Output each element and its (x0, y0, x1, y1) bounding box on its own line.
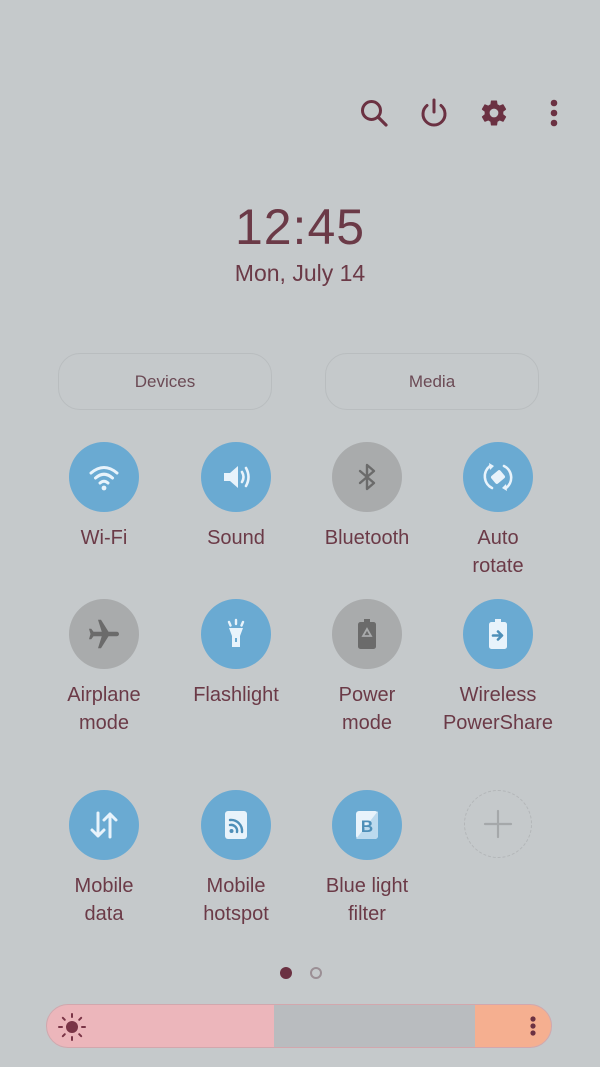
tile-blue-light-filter[interactable]: B Blue light filter (301, 790, 433, 928)
tile-auto-rotate[interactable]: Auto rotate (432, 442, 564, 580)
media-button[interactable]: Media (325, 353, 539, 410)
blue-light-filter-toggle[interactable]: B (332, 790, 402, 860)
power-icon (421, 98, 447, 127)
sound-toggle[interactable] (201, 442, 271, 512)
auto-rotate-icon (478, 457, 518, 497)
devices-button[interactable]: Devices (58, 353, 272, 410)
tile-sound[interactable]: Sound (170, 442, 302, 552)
tile-label: Wi-Fi (80, 527, 128, 549)
settings-icon (481, 100, 507, 126)
tile-add[interactable] (432, 790, 564, 858)
power-mode-icon (349, 616, 385, 652)
tile-flashlight[interactable]: Flashlight (170, 599, 302, 709)
wireless-powershare-icon (480, 616, 516, 652)
add-icon (480, 806, 516, 842)
tile-airplane[interactable]: Airplane mode (38, 599, 170, 737)
more-options-icon (530, 1016, 536, 1036)
airplane-toggle[interactable] (69, 599, 139, 669)
brightness-slider[interactable] (46, 1004, 552, 1048)
tile-bluetooth[interactable]: Bluetooth (301, 442, 433, 552)
search-button[interactable] (358, 92, 390, 134)
wireless-powershare-toggle[interactable] (463, 599, 533, 669)
page-dot-1[interactable] (280, 967, 292, 979)
flashlight-icon (218, 616, 254, 652)
tile-power-mode[interactable]: Power mode (301, 599, 433, 737)
blue-light-filter-icon: B (349, 807, 385, 843)
clock-time[interactable]: 12:45 (0, 198, 600, 256)
tile-mobile-hotspot[interactable]: Mobile hotspot (170, 790, 302, 928)
power-button[interactable] (418, 92, 450, 134)
settings-button[interactable] (478, 92, 510, 134)
mobile-data-icon (84, 805, 124, 845)
tile-label: Flashlight (193, 684, 279, 706)
mobile-data-toggle[interactable] (69, 790, 139, 860)
clock-date[interactable]: Mon, July 14 (0, 260, 600, 287)
tile-label: Power mode (338, 684, 396, 734)
bluetooth-icon (349, 459, 385, 495)
power-mode-toggle[interactable] (332, 599, 402, 669)
brightness-options[interactable] (475, 1005, 551, 1047)
mobile-hotspot-icon (218, 807, 254, 843)
wifi-toggle[interactable] (69, 442, 139, 512)
tile-label: Bluetooth (324, 527, 410, 549)
page-dot-2[interactable] (310, 967, 322, 979)
tile-label: Airplane mode (67, 684, 141, 734)
sun-icon (58, 1013, 86, 1041)
tile-label: Auto rotate (472, 527, 524, 577)
page-indicator (280, 967, 322, 979)
tile-label: Mobile data (74, 875, 134, 925)
tile-label: Blue light filter (325, 875, 409, 925)
tile-mobile-data[interactable]: Mobile data (38, 790, 170, 928)
tile-label: Wireless PowerShare (442, 684, 554, 734)
more-options-icon (550, 99, 558, 127)
auto-rotate-toggle[interactable] (463, 442, 533, 512)
more-options-button[interactable] (538, 92, 570, 134)
flashlight-toggle[interactable] (201, 599, 271, 669)
add-toggle[interactable] (464, 790, 532, 858)
wifi-icon (86, 459, 122, 495)
tile-wireless-powershare[interactable]: Wireless PowerShare (432, 599, 564, 737)
svg-text:B: B (361, 817, 373, 836)
tile-label: Mobile hotspot (203, 875, 269, 925)
bluetooth-toggle[interactable] (332, 442, 402, 512)
mobile-hotspot-toggle[interactable] (201, 790, 271, 860)
tile-label: Sound (207, 527, 265, 549)
header-actions (358, 92, 570, 134)
tile-wifi[interactable]: Wi-Fi (38, 442, 170, 552)
sound-icon (218, 459, 254, 495)
search-icon (361, 100, 388, 127)
airplane-icon (86, 616, 122, 652)
